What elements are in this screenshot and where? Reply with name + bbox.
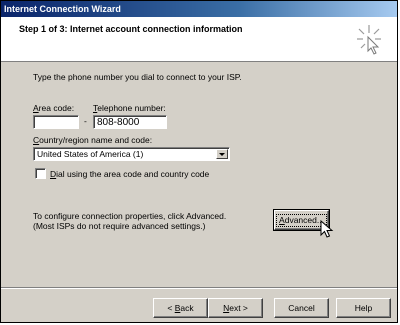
back-button[interactable]: < Back (153, 298, 208, 318)
wizard-header: Step 1 of 3: Internet account connection… (1, 17, 397, 62)
step-title: Step 1 of 3: Internet account connection… (19, 24, 243, 34)
chevron-down-icon[interactable] (216, 149, 228, 159)
footer-separator (1, 287, 397, 289)
telephone-input[interactable] (93, 115, 167, 129)
advanced-info-line2: (Most ISPs do not require advanced setti… (33, 221, 206, 231)
cancel-button[interactable]: Cancel (274, 298, 329, 318)
dial-area-code-label[interactable]: Dial using the area code and country cod… (50, 169, 209, 179)
mouse-pointer-icon (320, 220, 334, 238)
telephone-label: Telephone number: (93, 103, 166, 113)
advanced-info-line1: To configure connection properties, clic… (33, 211, 227, 221)
area-code-label: Area code: (33, 103, 75, 113)
next-button[interactable]: Next > (208, 298, 263, 318)
instructions-text: Type the phone number you dial to connec… (33, 72, 242, 82)
help-button[interactable]: Help (336, 298, 391, 318)
dash-separator: - (84, 116, 87, 126)
country-label: Country/region name and code: (33, 135, 153, 145)
wizard-wand-icon (357, 25, 381, 55)
wizard-window: Internet Connection Wizard Step 1 of 3: … (0, 0, 398, 323)
country-selected-value: United States of America (1) (37, 149, 144, 159)
area-code-input[interactable] (33, 115, 79, 129)
window-title: Internet Connection Wizard (4, 4, 121, 14)
dial-area-code-checkbox[interactable] (35, 168, 46, 179)
country-dropdown[interactable]: United States of America (1) (33, 147, 230, 161)
title-bar[interactable]: Internet Connection Wizard (1, 1, 397, 17)
